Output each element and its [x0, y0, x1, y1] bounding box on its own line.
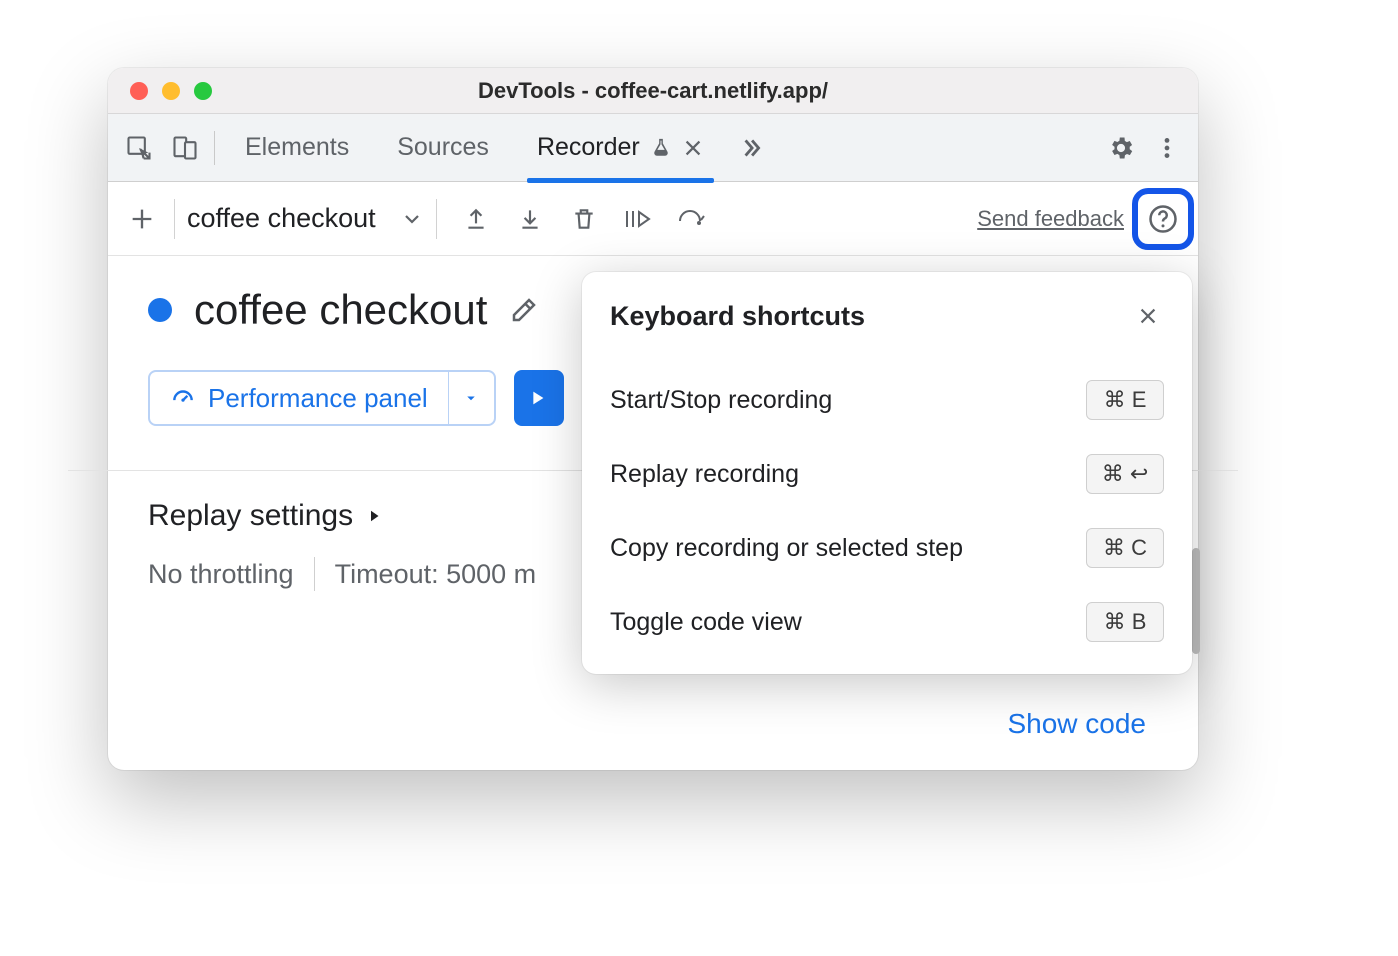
- divider: [314, 557, 315, 591]
- replay-button[interactable]: [514, 370, 564, 426]
- recorder-toolbar: coffee checkout Send feedback: [108, 182, 1198, 256]
- more-menu-icon[interactable]: [1144, 125, 1190, 171]
- play-icon: [526, 387, 548, 409]
- popover-title: Keyboard shortcuts: [610, 301, 865, 332]
- replay-settings-label: Replay settings: [148, 499, 353, 533]
- shortcut-label: Copy recording or selected step: [610, 534, 963, 563]
- shortcut-label: Start/Stop recording: [610, 386, 832, 415]
- device-toolbar-icon[interactable]: [162, 125, 208, 171]
- recording-selector[interactable]: coffee checkout: [187, 203, 376, 234]
- shortcut-row: Toggle code view ⌘ B: [610, 602, 1164, 642]
- delete-icon[interactable]: [561, 196, 607, 242]
- replay-speed-icon[interactable]: [669, 196, 715, 242]
- shortcut-keys: ⌘ C: [1086, 528, 1164, 568]
- shortcut-row: Copy recording or selected step ⌘ C: [610, 528, 1164, 568]
- shortcut-row: Start/Stop recording ⌘ E: [610, 380, 1164, 420]
- keyboard-shortcuts-popover: Keyboard shortcuts Start/Stop recording …: [582, 272, 1192, 674]
- divider: [436, 199, 437, 239]
- tab-sources[interactable]: Sources: [373, 114, 513, 182]
- settings-icon[interactable]: [1098, 125, 1144, 171]
- tab-recorder-label: Recorder: [537, 133, 640, 162]
- shortcut-keys: ⌘ ↩: [1086, 454, 1164, 494]
- timeout-value: Timeout: 5000 m: [335, 559, 537, 590]
- recording-indicator-icon: [148, 298, 172, 322]
- new-recording-icon[interactable]: [122, 199, 162, 239]
- close-window-button[interactable]: [130, 82, 148, 100]
- chevron-down-icon[interactable]: [400, 207, 424, 231]
- flask-icon: [650, 137, 672, 159]
- show-code-button[interactable]: Show code: [987, 698, 1166, 750]
- performance-panel-label: Performance panel: [208, 383, 428, 414]
- divider: [214, 131, 215, 165]
- minimize-window-button[interactable]: [162, 82, 180, 100]
- divider: [174, 199, 175, 239]
- shortcut-row: Replay recording ⌘ ↩: [610, 454, 1164, 494]
- window-title: DevTools - coffee-cart.netlify.app/: [108, 78, 1198, 104]
- caret-right-icon: [365, 507, 383, 525]
- send-feedback-link[interactable]: Send feedback: [977, 206, 1124, 232]
- scrollbar-thumb[interactable]: [1192, 548, 1200, 654]
- help-icon[interactable]: [1142, 198, 1184, 240]
- gauge-icon: [170, 385, 196, 411]
- import-icon[interactable]: [507, 196, 553, 242]
- export-icon[interactable]: [453, 196, 499, 242]
- window-controls: [108, 82, 212, 100]
- edit-title-icon[interactable]: [509, 295, 539, 325]
- shortcut-keys: ⌘ E: [1086, 380, 1164, 420]
- shortcut-keys: ⌘ B: [1086, 602, 1164, 642]
- zoom-window-button[interactable]: [194, 82, 212, 100]
- shortcut-label: Replay recording: [610, 460, 799, 489]
- more-tabs-icon[interactable]: [728, 125, 774, 171]
- close-tab-icon[interactable]: [682, 137, 704, 159]
- throttling-value: No throttling: [148, 559, 294, 590]
- tab-recorder[interactable]: Recorder: [513, 114, 728, 182]
- titlebar: DevTools - coffee-cart.netlify.app/: [108, 68, 1198, 114]
- close-popover-icon[interactable]: [1132, 300, 1164, 332]
- shortcut-label: Toggle code view: [610, 608, 802, 637]
- tab-elements[interactable]: Elements: [221, 114, 373, 182]
- performance-panel-button[interactable]: Performance panel: [148, 370, 496, 426]
- inspect-element-icon[interactable]: [116, 125, 162, 171]
- devtools-window: DevTools - coffee-cart.netlify.app/ Elem…: [108, 68, 1198, 770]
- performance-dropdown-icon[interactable]: [448, 372, 494, 424]
- step-play-icon[interactable]: [615, 196, 661, 242]
- devtools-tabbar: Elements Sources Recorder: [108, 114, 1198, 182]
- recording-title: coffee checkout: [194, 286, 487, 334]
